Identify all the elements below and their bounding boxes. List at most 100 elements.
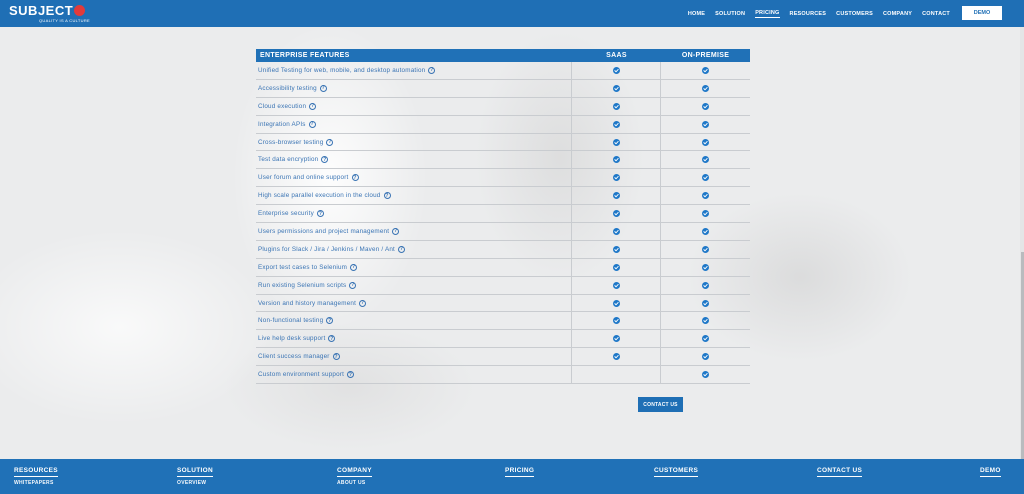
on-premise-cell	[661, 295, 750, 312]
question-circle-icon[interactable]: ?	[349, 281, 357, 289]
feature-label: Non-functional testing	[258, 317, 324, 325]
feature-label: Live help desk support	[258, 335, 326, 343]
on-premise-cell	[661, 312, 750, 329]
question-circle-icon[interactable]: ?	[316, 210, 324, 218]
feature-label: User forum and online support	[258, 174, 349, 182]
question-circle-icon[interactable]: ?	[309, 102, 317, 110]
question-circle-icon[interactable]: ?	[332, 353, 340, 361]
contact-us-button[interactable]: CONTACT US	[638, 397, 683, 412]
saas-cell	[572, 151, 661, 169]
footer-col-resources: RESOURCES WHITEPAPERS	[14, 467, 58, 486]
feature-cell: Client success manager?	[256, 348, 572, 366]
nav-contact[interactable]: CONTACT	[922, 11, 950, 17]
check-circle-icon	[612, 102, 620, 110]
feature-cell: Users permissions and project management…	[256, 223, 572, 240]
footer-title[interactable]: PRICING	[505, 467, 535, 477]
feature-label: Integration APIs	[258, 120, 306, 128]
question-circle-icon[interactable]: ?	[350, 263, 358, 271]
question-circle-icon[interactable]: ?	[383, 192, 391, 200]
on-premise-cell	[661, 80, 750, 97]
question-circle-icon[interactable]: ?	[326, 138, 334, 146]
saas-cell	[572, 97, 661, 115]
feature-cell: Custom environment support?	[256, 366, 572, 384]
scrollbar-track[interactable]	[1020, 27, 1024, 487]
footer-title[interactable]: RESOURCES	[14, 467, 58, 477]
feature-label: Enterprise security	[258, 210, 314, 218]
saas-cell	[572, 294, 661, 312]
check-circle-icon	[612, 227, 620, 235]
check-circle-icon	[612, 210, 620, 218]
nav-home[interactable]: HOME	[688, 11, 705, 17]
check-circle-icon	[702, 263, 709, 271]
table-row: Run existing Selenium scripts?	[256, 276, 750, 295]
feature-cell: Cloud execution?	[256, 97, 572, 115]
question-circle-icon[interactable]: ?	[328, 335, 336, 343]
table-row: Users permissions and project management…	[256, 223, 750, 241]
question-circle-icon[interactable]: ?	[308, 120, 316, 128]
footer-col-company: COMPANY ABOUT US	[337, 467, 372, 486]
footer-title[interactable]: DEMO	[980, 467, 1001, 477]
question-circle-icon[interactable]: ?	[321, 156, 329, 164]
footer-title[interactable]: CUSTOMERS	[654, 467, 699, 477]
enterprise-features-table: ENTERPRISE FEATURES SAAS ON-PREMISE Unif…	[256, 49, 750, 385]
check-circle-icon	[612, 245, 620, 253]
saas-cell	[572, 276, 661, 294]
header-on-premise: ON-PREMISE	[681, 52, 730, 59]
saas-cell	[572, 62, 661, 79]
table-row: Custom environment support?	[256, 366, 750, 385]
nav-solution[interactable]: SOLUTION	[715, 11, 745, 17]
on-premise-cell	[661, 259, 750, 276]
check-circle-icon	[612, 84, 620, 92]
nav-company[interactable]: COMPANY	[883, 11, 912, 17]
feature-cell: Export test cases to Selenium?	[256, 258, 572, 276]
check-circle-icon	[612, 120, 620, 128]
table-row: Non-functional testing?	[256, 312, 750, 331]
nav-pricing[interactable]: PRICING	[755, 10, 780, 18]
feature-label: Export test cases to Selenium	[258, 263, 348, 271]
footer-link[interactable]: OVERVIEW	[177, 480, 213, 486]
saas-cell	[572, 330, 661, 348]
check-circle-icon	[702, 102, 709, 110]
check-circle-icon	[612, 66, 620, 74]
saas-cell	[572, 187, 661, 205]
feature-cell: User forum and online support?	[256, 169, 572, 187]
check-circle-icon	[702, 120, 709, 128]
saas-cell	[572, 366, 661, 384]
question-circle-icon[interactable]: ?	[428, 66, 436, 74]
check-circle-icon	[702, 66, 709, 74]
table-row: Cross-browser testing?	[256, 133, 750, 152]
table-row: Export test cases to Selenium?	[256, 258, 750, 277]
nav-customers[interactable]: CUSTOMERS	[836, 11, 873, 17]
footer-title[interactable]: COMPANY	[337, 467, 372, 477]
feature-cell: Version and history management?	[256, 294, 572, 312]
feature-label: Test data encryption	[258, 156, 319, 164]
saas-cell	[572, 79, 661, 97]
question-circle-icon[interactable]: ?	[392, 227, 400, 235]
footer-link[interactable]: ABOUT US	[337, 480, 372, 486]
table-row: Client success manager?	[256, 348, 750, 367]
table-row: Version and history management?	[256, 294, 750, 313]
demo-button[interactable]: DEMO	[962, 6, 1002, 20]
question-circle-icon[interactable]: ?	[351, 174, 359, 182]
feature-label: Client success manager	[258, 353, 330, 361]
footer-link[interactable]: WHITEPAPERS	[14, 480, 58, 486]
logo-text: SUBJECT	[9, 3, 74, 18]
footer: RESOURCES WHITEPAPERS SOLUTION OVERVIEW COMP…	[0, 459, 1024, 494]
header-features: ENTERPRISE FEATURES	[260, 52, 350, 59]
question-circle-icon[interactable]: ?	[347, 371, 355, 379]
question-circle-icon[interactable]: ?	[359, 299, 367, 307]
table-row: Accessibility testing?	[256, 79, 750, 98]
nav-resources[interactable]: RESOURCES	[790, 11, 827, 17]
saas-cell	[572, 133, 661, 151]
footer-title[interactable]: SOLUTION	[177, 467, 213, 477]
question-circle-icon[interactable]: ?	[319, 84, 327, 92]
main-nav: HOME SOLUTION PRICING RESOURCES CUSTOMERS COM…	[688, 0, 950, 27]
footer-title[interactable]: CONTACT US	[817, 467, 863, 477]
on-premise-cell	[661, 134, 750, 151]
subject7-logo[interactable]: SUBJECT QUALITY IS A CULTURE	[9, 4, 90, 23]
on-premise-cell	[661, 205, 750, 222]
table-row: High scale parallel execution in the clo…	[256, 187, 750, 206]
question-circle-icon[interactable]: ?	[398, 245, 405, 253]
footer-col-customers: CUSTOMERS	[654, 467, 699, 477]
question-circle-icon[interactable]: ?	[326, 317, 334, 325]
